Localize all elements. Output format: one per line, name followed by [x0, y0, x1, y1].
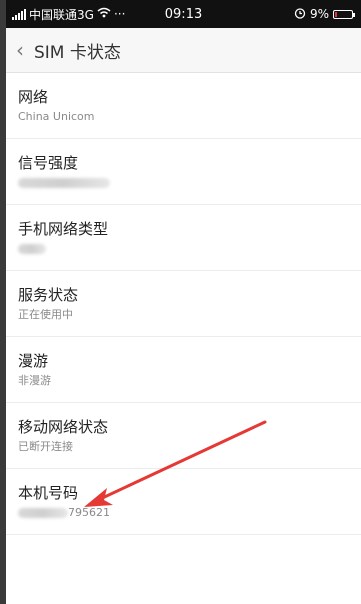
- item-title: 移动网络状态: [18, 418, 109, 436]
- more-icon: ···: [113, 7, 126, 21]
- list-item-mobile-network-state: 移动网络状态 已断开连接: [6, 403, 361, 469]
- list-item-service-state: 服务状态 正在使用中: [6, 271, 361, 337]
- carrier-label: 中国联通3G: [29, 7, 94, 22]
- status-bar: 中国联通3G ··· 09:13 9%: [6, 0, 361, 28]
- item-title: 网络: [18, 88, 49, 106]
- page-title: SIM 卡状态: [34, 42, 121, 63]
- redacted-value-blur: [18, 244, 46, 254]
- item-value: 非漫游: [18, 374, 51, 387]
- alarm-icon: [294, 7, 306, 22]
- list-item-network-type: 手机网络类型: [6, 205, 361, 271]
- phone-number-visible: 795621: [68, 506, 110, 519]
- wifi-icon: [97, 7, 111, 21]
- status-left: 中国联通3G ···: [6, 6, 294, 23]
- title-bar: ‹ SIM 卡状态: [6, 28, 361, 73]
- list-item-roaming: 漫游 非漫游: [6, 337, 361, 403]
- status-right: 9%: [294, 7, 361, 22]
- item-title: 本机号码: [18, 484, 79, 502]
- battery-percent: 9%: [309, 7, 329, 21]
- item-value-redacted: [18, 175, 361, 191]
- sim-status-list: 网络 China Unicom 信号强度 手机网络类型 服务状态 正在使用中 漫…: [6, 73, 361, 535]
- redacted-value-blur: [18, 508, 68, 518]
- chevron-left-icon: ‹: [16, 38, 24, 62]
- item-value: 正在使用中: [18, 308, 73, 321]
- battery-icon: [333, 9, 355, 19]
- redacted-value-blur: [18, 178, 110, 188]
- list-item-phone-number: 本机号码 795621: [6, 469, 361, 535]
- list-item-network: 网络 China Unicom: [6, 73, 361, 139]
- item-value-phone: 795621: [18, 505, 361, 521]
- signal-icon: [12, 8, 26, 20]
- item-title: 漫游: [18, 352, 49, 370]
- item-value: 已断开连接: [18, 440, 73, 453]
- list-item-signal-strength: 信号强度: [6, 139, 361, 205]
- item-title: 手机网络类型: [18, 220, 109, 238]
- item-value-redacted: [18, 241, 361, 257]
- battery-level-fill: [335, 11, 337, 17]
- item-title: 服务状态: [18, 286, 79, 304]
- item-title: 信号强度: [18, 154, 79, 172]
- back-button[interactable]: ‹: [6, 28, 34, 72]
- item-value: China Unicom: [18, 110, 95, 123]
